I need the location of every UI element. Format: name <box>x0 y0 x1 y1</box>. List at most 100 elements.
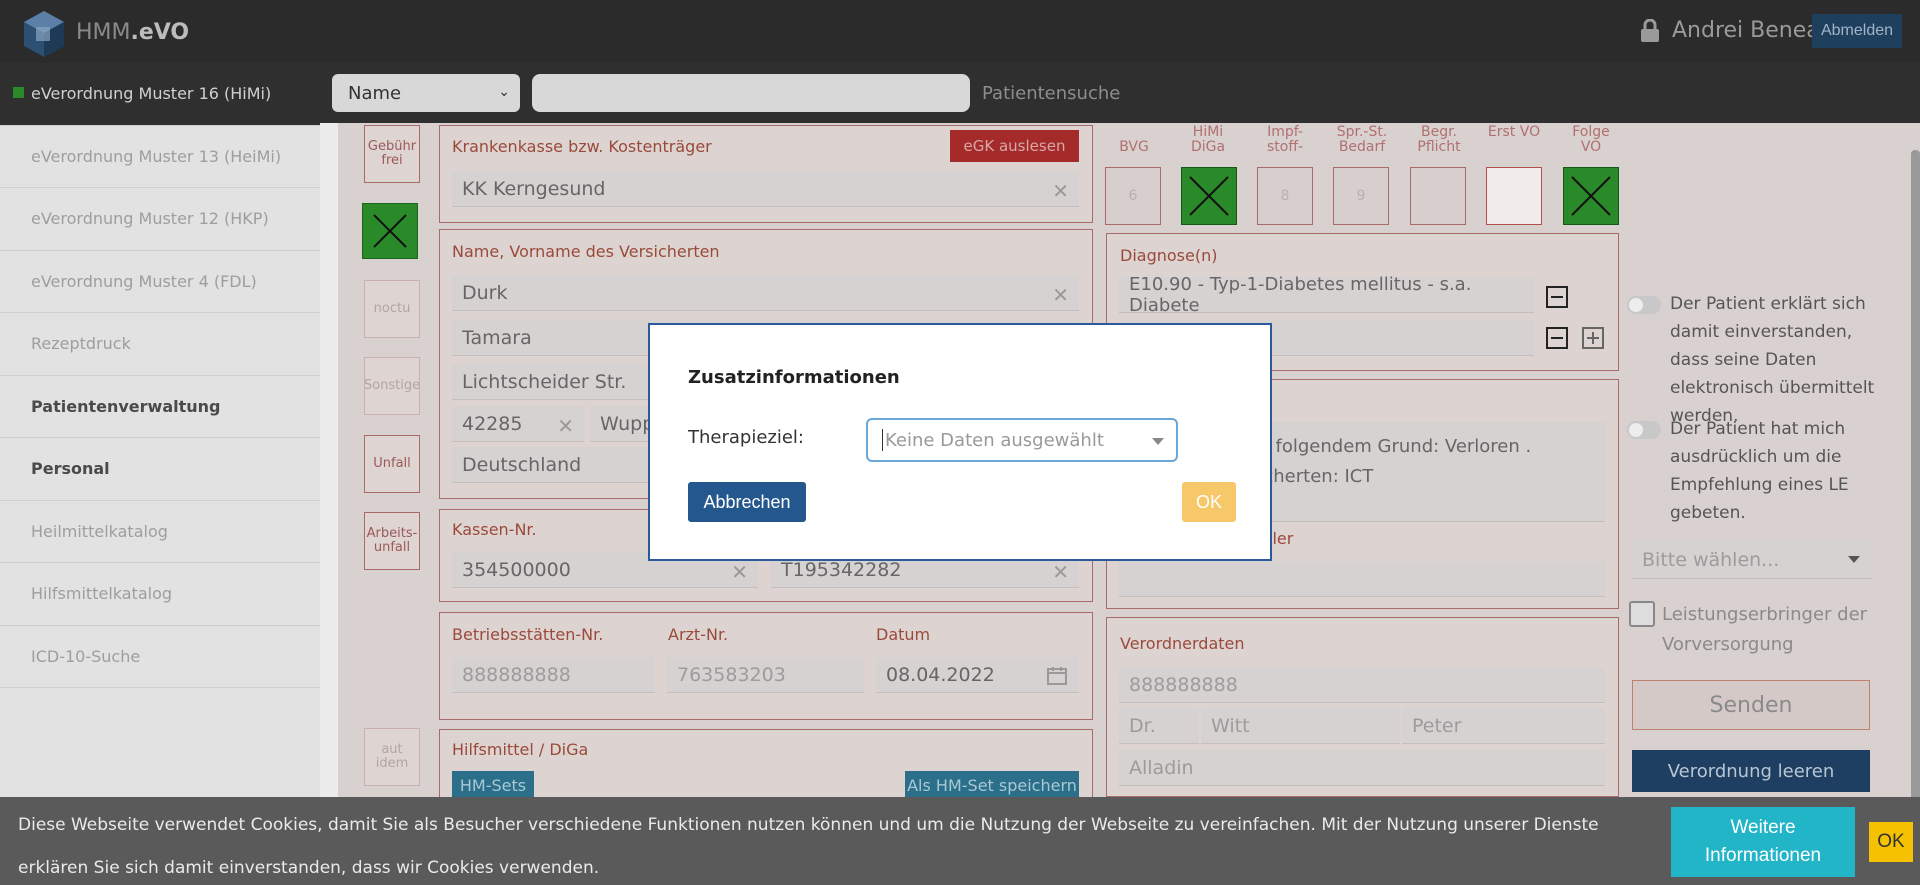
request-toggle[interactable] <box>1627 421 1661 439</box>
save-hm-set-button[interactable]: Als HM-Set speichern <box>905 771 1079 799</box>
logo-icon <box>24 11 64 57</box>
verordner-label: Verordnerdaten <box>1120 634 1245 653</box>
aussteller-field[interactable] <box>1119 561 1605 597</box>
cross-icon <box>1189 176 1229 216</box>
bvg-box[interactable]: 6 <box>1105 167 1161 225</box>
sidebar-item-muster4[interactable]: eVerordnung Muster 4 (FDL) <box>0 251 320 313</box>
unfall-toggle[interactable]: Unfall <box>364 435 420 493</box>
logout-button[interactable]: Abmelden <box>1812 14 1902 48</box>
cross-icon <box>373 214 407 248</box>
hm-sets-button[interactable]: HM-Sets <box>452 771 534 799</box>
request-text: Der Patient hat mich ausdrücklich um die… <box>1670 419 1849 523</box>
clear-icon[interactable]: ✕ <box>1052 179 1069 203</box>
bsnr-field[interactable]: 888888888 <box>452 657 655 693</box>
begr-pflicht-box[interactable] <box>1410 167 1466 225</box>
arbeitsunfall-toggle[interactable]: Arbeits- unfall <box>364 512 420 570</box>
therapieziel-label: Therapieziel: <box>688 427 804 448</box>
kasse-label: Krankenkasse bzw. Kostenträger <box>452 137 712 156</box>
egk-read-button[interactable]: eGK auslesen <box>950 130 1079 162</box>
datum-field[interactable]: 08.04.2022 <box>876 657 1079 693</box>
chevron-down-icon: ⌄ <box>498 84 510 100</box>
himi-diga-box[interactable] <box>1181 167 1237 225</box>
cookie-more-info-button[interactable]: Weitere Informationen <box>1671 807 1855 877</box>
noctu-toggle[interactable]: noctu <box>364 280 420 338</box>
search-type-select[interactable]: Name ⌄ <box>332 74 520 112</box>
clear-icon[interactable]: ✕ <box>731 560 748 584</box>
le-select[interactable]: Bitte wählen... <box>1632 541 1872 579</box>
therapieziel-select[interactable]: Keine Daten ausgewählt <box>866 418 1178 462</box>
sidebar-item-rezeptdruck[interactable]: Rezeptdruck <box>0 313 320 376</box>
vorversorgung-checkbox[interactable] <box>1629 601 1655 627</box>
cookie-text: Diese Webseite verwendet Cookies, damit … <box>18 815 1599 878</box>
impfstoff-header: Impf- stoff- <box>1266 124 1304 156</box>
consent-toggle[interactable] <box>1627 296 1661 314</box>
kassennr-label: Kassen-Nr. <box>452 520 537 539</box>
sprechstundenbedarf-header: Spr.-St. Bedarf <box>1336 124 1388 156</box>
verordner-bsnr-field[interactable]: 888888888 <box>1119 667 1605 703</box>
cookie-ok-button[interactable]: OK <box>1869 822 1913 862</box>
send-button[interactable]: Senden <box>1632 680 1870 730</box>
user-name: Andrei Benea <box>1672 18 1820 43</box>
brand-name: HMM.eVO <box>76 20 190 45</box>
clear-prescription-button[interactable]: Verordnung leeren <box>1632 750 1870 792</box>
calendar-icon[interactable] <box>1047 666 1067 685</box>
text-cursor <box>882 429 883 451</box>
top-bar: HMM.eVO Andrei Benea Abmelden <box>0 0 1920 63</box>
ok-button[interactable]: OK <box>1182 482 1236 522</box>
minus-icon[interactable] <box>1546 286 1568 308</box>
verordner-lastname-field[interactable]: Witt <box>1201 708 1400 744</box>
lastname-field[interactable]: Durk ✕ <box>452 275 1079 311</box>
cross-icon <box>1571 176 1611 216</box>
folge-vo-header: Folge VO <box>1572 124 1610 156</box>
hilfsmittel-label: Hilfsmittel / DiGa <box>452 740 589 759</box>
impfstoff-box[interactable]: 8 <box>1257 167 1313 225</box>
sidebar-item-muster13[interactable]: eVerordnung Muster 13 (HeiMi) <box>0 126 320 188</box>
clear-icon[interactable]: ✕ <box>557 414 574 438</box>
vorversorgung-label: Leistungserbringer der Vorversorgung <box>1662 604 1868 655</box>
gebuehr-pflicht-toggle[interactable] <box>362 203 418 259</box>
scrollbar[interactable] <box>1911 150 1920 885</box>
caret-down-icon <box>1152 438 1164 445</box>
sidebar-item-personal[interactable]: Personal <box>0 438 320 501</box>
verordner-street-field[interactable]: Alladin <box>1119 750 1605 786</box>
aut-idem-toggle[interactable]: aut idem <box>364 728 420 786</box>
datum-label: Datum <box>876 625 931 644</box>
sprechstundenbedarf-box[interactable]: 9 <box>1333 167 1389 225</box>
sidebar-item-icd10[interactable]: ICD-10-Suche <box>0 626 320 688</box>
name-label: Name, Vorname des Versicherten <box>452 242 720 261</box>
consent-text: Der Patient erklärt sich damit einversta… <box>1670 294 1875 426</box>
zusatzinformationen-dialog: Zusatzinformationen Therapieziel: Keine … <box>648 323 1272 561</box>
plus-icon[interactable] <box>1582 327 1604 349</box>
kasse-field[interactable]: KK Kerngesund ✕ <box>452 171 1079 207</box>
minus-icon[interactable] <box>1546 327 1568 349</box>
search-label: Patientensuche <box>982 83 1121 104</box>
gebuehr-frei-toggle[interactable]: Gebühr frei <box>364 125 420 183</box>
folge-vo-box[interactable] <box>1563 167 1619 225</box>
diagnose-field-1[interactable]: E10.90 - Typ-1-Diabetes mellitus - s.a. … <box>1119 274 1534 316</box>
cancel-button[interactable]: Abbrechen <box>688 482 806 522</box>
sidebar-item-muster16[interactable]: eVerordnung Muster 16 (HiMi) <box>0 63 320 126</box>
sidebar-item-heilmittelkatalog[interactable]: Heilmittelkatalog <box>0 501 320 563</box>
bsnr-label: Betriebsstätten-Nr. <box>452 625 604 644</box>
zip-field[interactable]: 42285 ✕ <box>452 406 584 442</box>
clear-icon[interactable]: ✕ <box>1052 283 1069 307</box>
verordner-title-field[interactable]: Dr. <box>1119 708 1199 744</box>
sonstige-toggle[interactable]: Sonstige <box>364 357 420 415</box>
erst-vo-header: Erst VO <box>1487 124 1541 140</box>
arzt-field[interactable]: 763583203 <box>667 657 864 693</box>
verordner-firstname-field[interactable]: Peter <box>1402 708 1605 744</box>
sidebar: eVerordnung Muster 16 (HiMi) eVerordnung… <box>0 63 320 885</box>
search-input[interactable] <box>532 74 970 112</box>
himi-header: HiMi DiGa <box>1190 124 1226 156</box>
begr-pflicht-header: Begr. Pflicht <box>1417 124 1461 156</box>
bvg-header: BVG <box>1119 139 1149 155</box>
sidebar-item-muster12[interactable]: eVerordnung Muster 12 (HKP) <box>0 188 320 251</box>
arzt-label: Arzt-Nr. <box>668 625 729 644</box>
dialog-title: Zusatzinformationen <box>688 367 900 388</box>
patient-search-bar: Name ⌄ Patientensuche <box>320 63 1920 123</box>
sidebar-item-patientenverwaltung[interactable]: Patientenverwaltung <box>0 376 320 438</box>
erst-vo-box[interactable] <box>1486 167 1542 225</box>
clear-icon[interactable]: ✕ <box>1052 560 1069 584</box>
sidebar-item-hilfsmittelkatalog[interactable]: Hilfsmittelkatalog <box>0 563 320 626</box>
lock-icon <box>1641 19 1659 42</box>
